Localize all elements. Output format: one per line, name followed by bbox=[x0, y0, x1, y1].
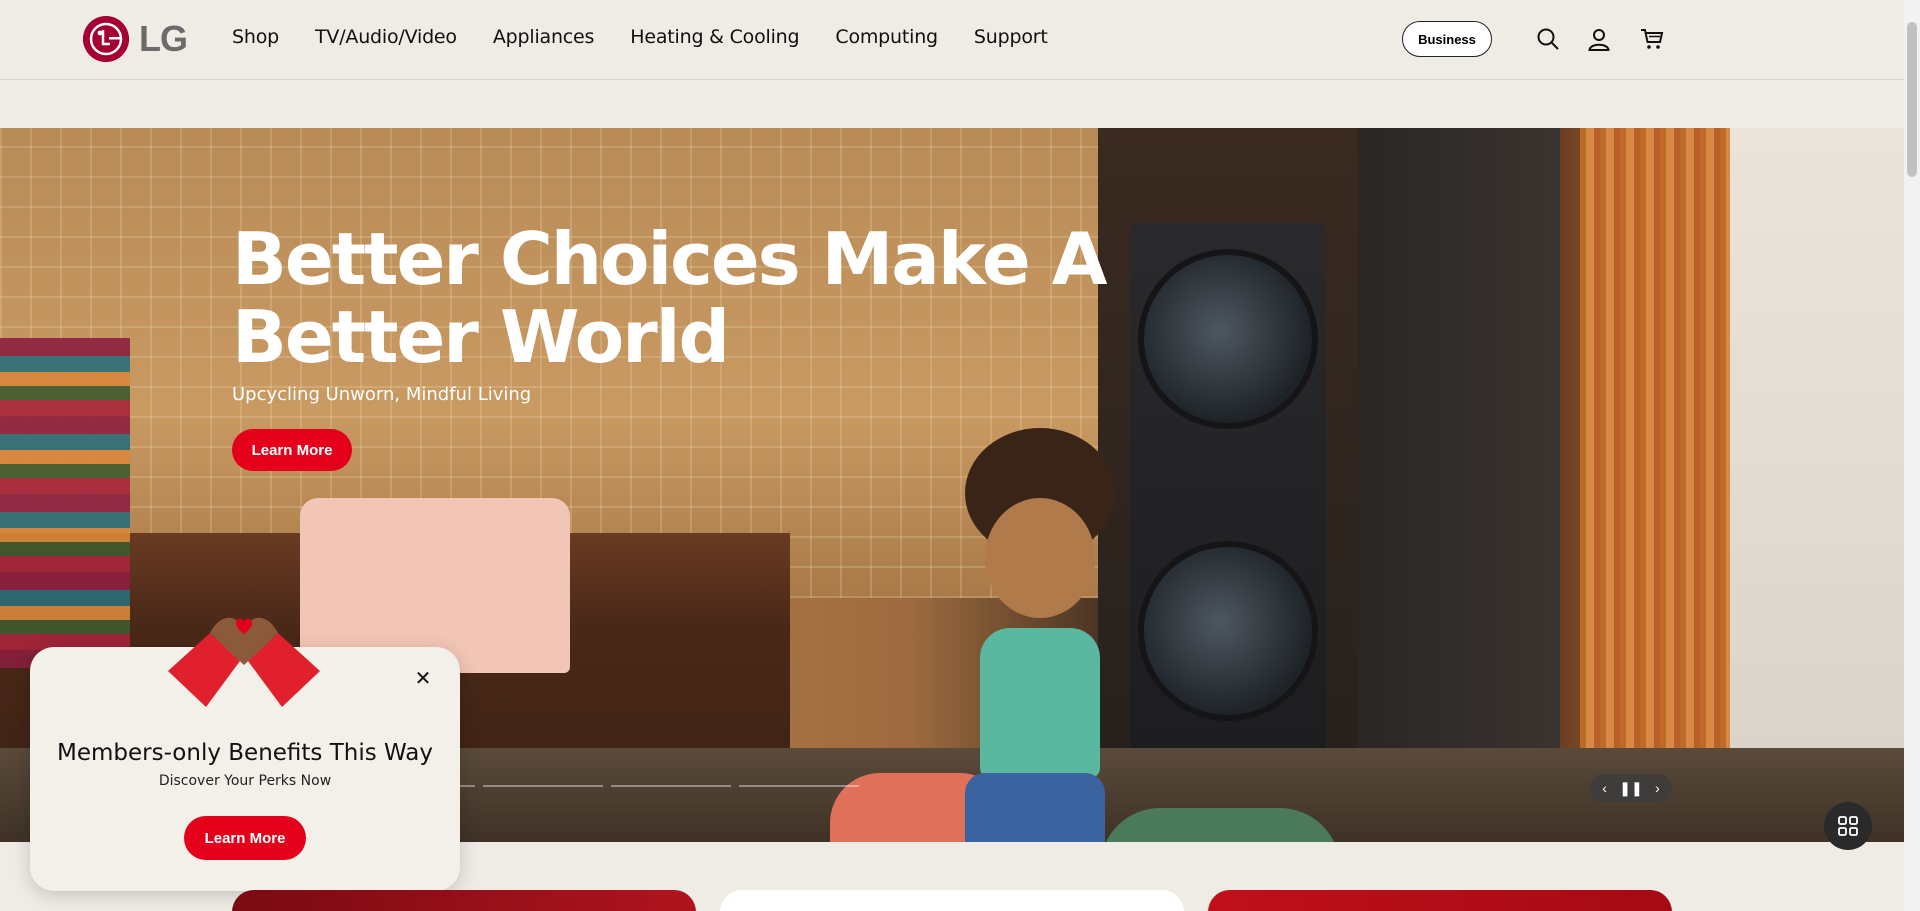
search-icon[interactable] bbox=[1536, 27, 1560, 51]
hero-dog-right bbox=[1100, 808, 1340, 842]
promo-learn-more-button[interactable]: Learn More bbox=[184, 816, 306, 860]
feature-card[interactable] bbox=[720, 890, 1184, 911]
quick-menu-button[interactable] bbox=[1824, 802, 1872, 850]
cart-icon[interactable] bbox=[1640, 27, 1664, 51]
slide-indicator[interactable] bbox=[611, 785, 731, 787]
account-icon[interactable] bbox=[1587, 27, 1611, 51]
nav-heating-cooling[interactable]: Heating & Cooling bbox=[630, 26, 799, 48]
nav-support[interactable]: Support bbox=[974, 26, 1048, 48]
chevron-right-icon[interactable]: › bbox=[1655, 781, 1660, 795]
nav-appliances[interactable]: Appliances bbox=[493, 26, 595, 48]
feature-card[interactable] bbox=[1208, 890, 1672, 911]
scrollbar-thumb[interactable] bbox=[1907, 22, 1917, 177]
hero-fabric-stack bbox=[0, 338, 130, 668]
business-button[interactable]: Business bbox=[1402, 21, 1492, 57]
logo-text: LG bbox=[139, 18, 188, 59]
slide-indicator[interactable] bbox=[483, 785, 603, 787]
close-icon[interactable]: ✕ bbox=[412, 666, 434, 690]
hero-wood-panel bbox=[1580, 128, 1730, 842]
carousel-controls: ‹ ❚❚ › bbox=[1590, 774, 1672, 802]
promo-title: Members-only Benefits This Way bbox=[56, 740, 434, 766]
hero-learn-more-button[interactable]: Learn More bbox=[232, 429, 352, 471]
header-spacer bbox=[0, 80, 1904, 128]
hero-title: Better Choices Make A Better World bbox=[232, 217, 1107, 379]
hero-subtitle: Upcycling Unworn, Mindful Living bbox=[232, 384, 532, 405]
pause-icon[interactable]: ❚❚ bbox=[1619, 781, 1642, 795]
nav-computing[interactable]: Computing bbox=[835, 26, 938, 48]
lg-logo-icon bbox=[83, 16, 129, 62]
hero-doorway bbox=[1360, 128, 1560, 842]
grid-icon bbox=[1838, 816, 1858, 836]
main-nav: Shop TV/Audio/Video Appliances Heating &… bbox=[232, 26, 1084, 48]
slide-indicator[interactable] bbox=[739, 785, 859, 787]
feature-card[interactable] bbox=[232, 890, 696, 911]
heart-hands-icon bbox=[168, 617, 320, 707]
lg-logo[interactable]: LG bbox=[83, 16, 188, 62]
promo-subtitle: Discover Your Perks Now bbox=[158, 773, 332, 789]
nav-shop[interactable]: Shop bbox=[232, 26, 279, 48]
hero-right-wall bbox=[1730, 128, 1904, 842]
hero-character bbox=[935, 428, 1135, 842]
hero-washtower-image bbox=[1130, 223, 1326, 783]
nav-tv-audio-video[interactable]: TV/Audio/Video bbox=[315, 26, 457, 48]
chevron-left-icon[interactable]: ‹ bbox=[1602, 781, 1607, 795]
site-header: LG Shop TV/Audio/Video Appliances Heatin… bbox=[0, 0, 1904, 80]
